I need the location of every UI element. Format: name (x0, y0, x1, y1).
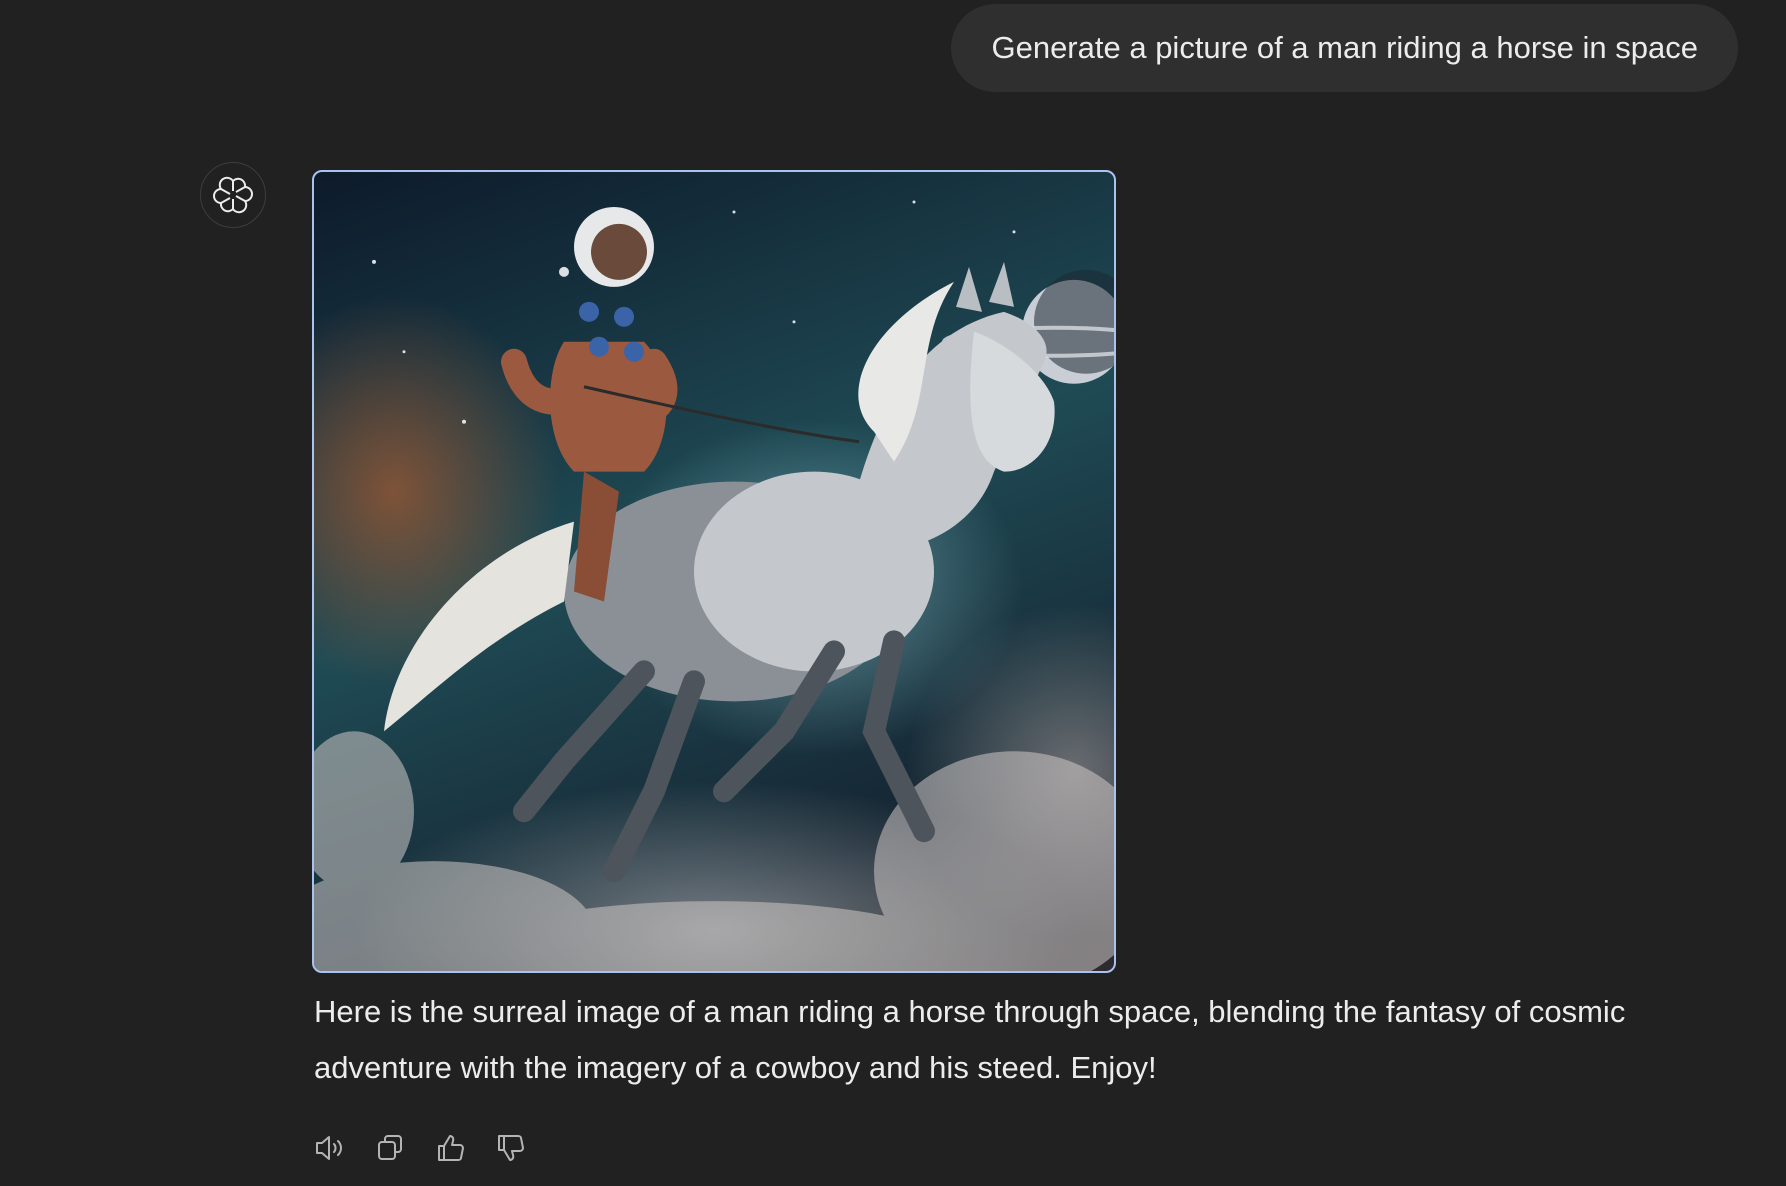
thumbs-down-icon (498, 1135, 524, 1161)
assistant-response-text: Here is the surreal image of a man ridin… (314, 994, 1626, 1085)
copy-button[interactable] (372, 1130, 408, 1166)
thumbs-up-button[interactable] (432, 1130, 468, 1166)
thumbs-up-icon (438, 1135, 464, 1161)
openai-logo-icon (213, 176, 253, 214)
speaker-icon (316, 1136, 342, 1160)
chat-page: Generate a picture of a man riding a hor… (0, 0, 1786, 1186)
copy-icon (378, 1135, 402, 1160)
read-aloud-button[interactable] (312, 1130, 348, 1166)
user-message-text: Generate a picture of a man riding a hor… (991, 30, 1698, 65)
assistant-avatar (200, 162, 266, 228)
message-actions (312, 1130, 528, 1166)
astronaut-horse-illustration (314, 200, 1114, 971)
user-message-bubble: Generate a picture of a man riding a hor… (951, 4, 1738, 92)
generated-image[interactable] (312, 170, 1116, 973)
thumbs-down-button[interactable] (492, 1130, 528, 1166)
